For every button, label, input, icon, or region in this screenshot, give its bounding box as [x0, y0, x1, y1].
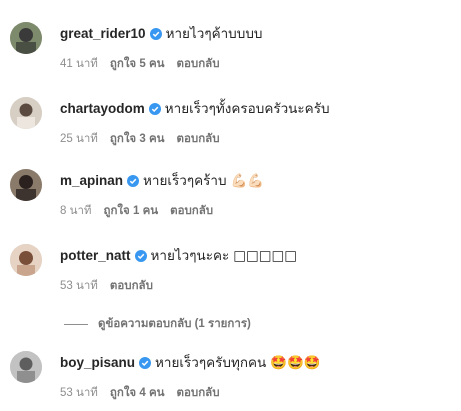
verified-badge-icon: [149, 28, 162, 40]
username[interactable]: potter_natt: [60, 247, 131, 265]
comment-text: หายเร็วๆครับทุกคน: [155, 355, 267, 370]
comment-time: 53 นาที: [60, 387, 98, 399]
comment-text: หายไวๆนะคะ: [150, 248, 230, 263]
comments-list: great_rider10 หายไวๆค้าบบบบ 41 นาที ถูกใ…: [0, 0, 461, 411]
comment-time: 8 นาที: [60, 205, 92, 217]
emoji-placeholder-icon: □□□□□: [233, 248, 298, 264]
verified-badge-icon: [148, 103, 161, 115]
likes-count[interactable]: ถูกใจ 1 คน: [104, 202, 159, 220]
comment-time: 41 นาที: [60, 58, 98, 70]
view-replies-button[interactable]: ดูข้อความตอบกลับ (1 รายการ): [64, 315, 251, 333]
username[interactable]: chartayodom: [60, 100, 145, 118]
verified-badge-icon: [127, 175, 140, 187]
comment-text: หายเร็วๆคร้าบ: [143, 173, 227, 188]
comment-text: หายเร็วๆทั้งครอบครัวนะครับ: [164, 101, 330, 116]
username[interactable]: great_rider10: [60, 25, 146, 43]
avatar[interactable]: [10, 351, 42, 383]
username[interactable]: boy_pisanu: [60, 354, 135, 372]
verified-badge-icon: [139, 357, 152, 369]
likes-count[interactable]: ถูกใจ 3 คน: [110, 130, 165, 148]
emoji-star-struck-icon: 🤩🤩🤩: [270, 355, 321, 371]
reply-button[interactable]: ตอบกลับ: [110, 277, 153, 295]
comment-time: 25 นาที: [60, 133, 98, 145]
likes-count[interactable]: ถูกใจ 5 คน: [110, 55, 165, 73]
divider: [64, 323, 88, 325]
reply-button[interactable]: ตอบกลับ: [170, 202, 213, 220]
avatar[interactable]: [10, 169, 42, 201]
emoji-muscle-icon: 💪🏻💪🏻: [230, 173, 265, 189]
username[interactable]: m_apinan: [60, 172, 123, 190]
avatar[interactable]: [10, 22, 42, 54]
reply-button[interactable]: ตอบกลับ: [177, 130, 220, 148]
comment-time: 53 นาที: [60, 280, 98, 292]
avatar[interactable]: [10, 244, 42, 276]
comment-text: หายไวๆค้าบบบบ: [165, 26, 263, 41]
avatar[interactable]: [10, 97, 42, 129]
verified-badge-icon: [134, 250, 147, 262]
reply-button[interactable]: ตอบกลับ: [177, 384, 220, 402]
likes-count[interactable]: ถูกใจ 4 คน: [110, 384, 165, 402]
reply-button[interactable]: ตอบกลับ: [177, 55, 220, 73]
view-replies-label: ดูข้อความตอบกลับ (1 รายการ): [98, 318, 251, 330]
